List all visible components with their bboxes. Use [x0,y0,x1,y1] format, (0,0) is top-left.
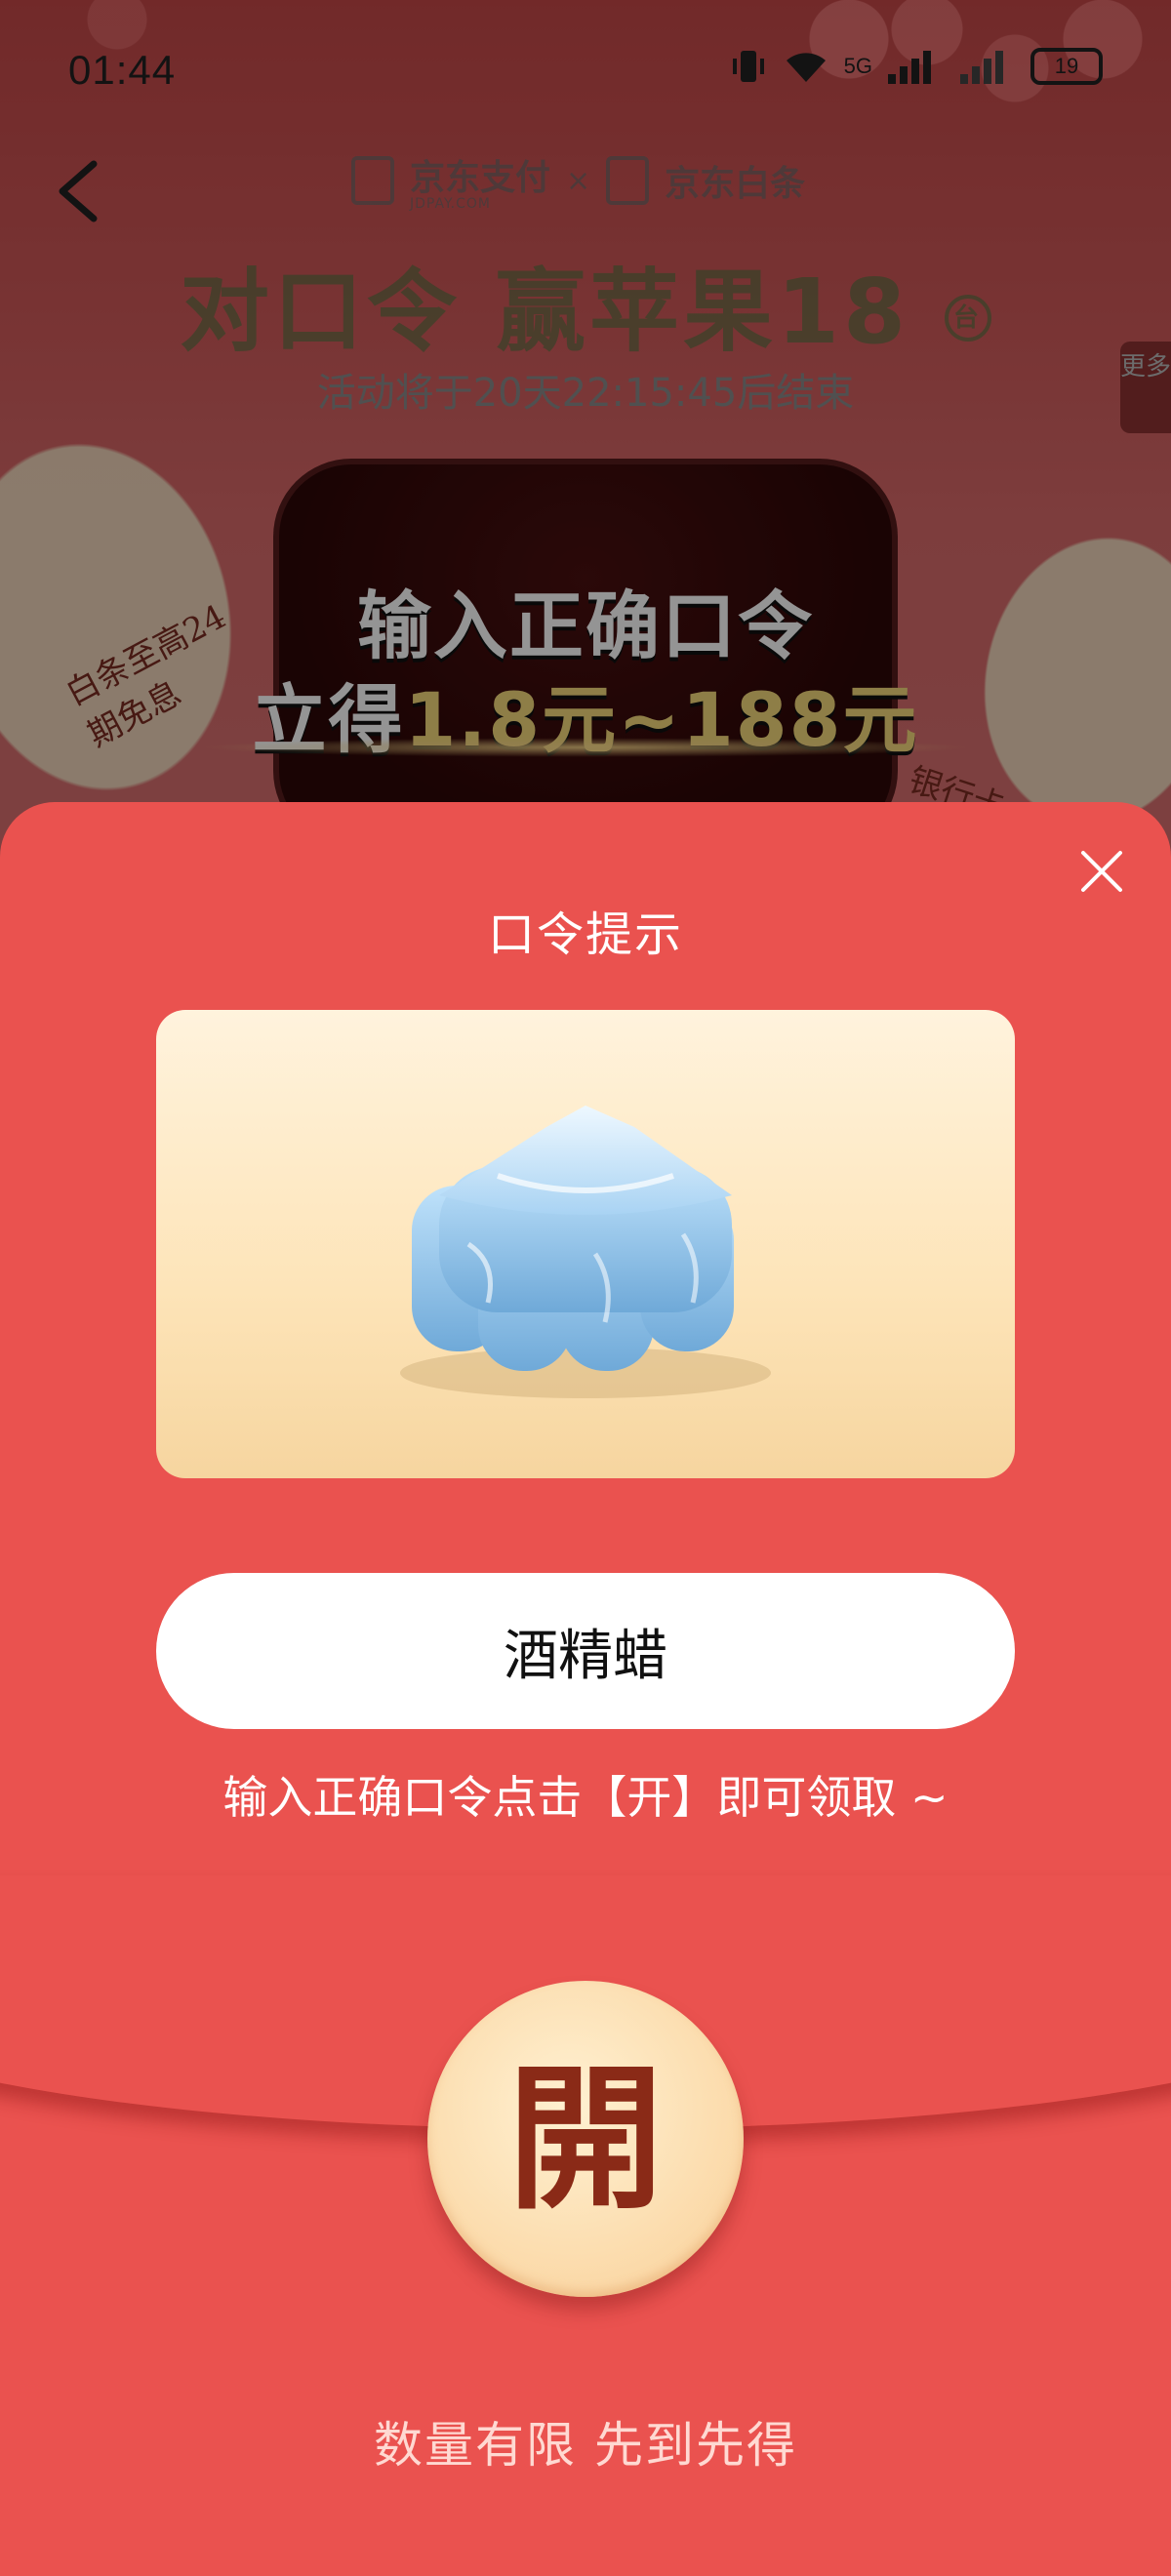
hint-image-card [156,1010,1015,1478]
modal-backdrop[interactable] [0,0,1171,878]
footer-note: 数量有限 先到先得 [374,2417,797,2474]
open-button-label: 開 [506,2047,664,2231]
modal-title: 口令提示 [487,907,683,962]
wax-candle-icon [400,1106,771,1398]
open-button[interactable]: 開 [427,1981,744,2297]
instruction-text: 输入正确口令点击【开】即可领取 ~ [222,1771,949,1824]
close-icon[interactable] [1079,849,1124,894]
command-answer-input[interactable] [156,1573,1015,1729]
